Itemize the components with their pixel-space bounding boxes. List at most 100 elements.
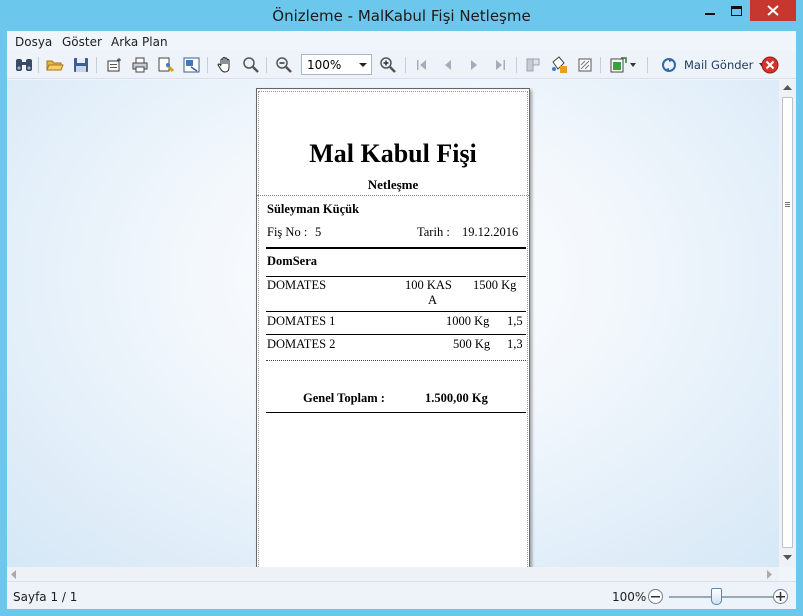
hand-tool-button[interactable] xyxy=(214,54,236,76)
quick-print-button[interactable] xyxy=(155,54,177,76)
close-window-button[interactable] xyxy=(750,0,796,21)
tarih-label: Tarih : xyxy=(417,225,450,239)
zoom-in-icon xyxy=(380,57,396,73)
menu-arka-plan[interactable]: Arka Plan xyxy=(111,35,168,49)
scroll-left-icon[interactable] xyxy=(11,570,17,579)
export-icon xyxy=(610,57,627,73)
last-page-button[interactable] xyxy=(489,54,511,76)
report-page: Mal Kabul Fişi Netleşme Süleyman Küçük F… xyxy=(256,88,530,567)
grip-line xyxy=(785,204,790,205)
toolbar-separator xyxy=(207,57,208,73)
save-button[interactable] xyxy=(70,54,92,76)
open-button[interactable] xyxy=(44,54,66,76)
grip-line xyxy=(785,206,790,207)
row-name: DOMATES 1 xyxy=(267,314,336,328)
row-weight: 500 Kg xyxy=(453,337,491,351)
row-extra: 1,3 xyxy=(507,337,523,351)
window-title: Önizleme - MalKabul Fişi Netleşme xyxy=(272,7,531,25)
zoom-out-button[interactable] xyxy=(273,54,295,76)
page-setup-button[interactable] xyxy=(103,54,125,76)
divider xyxy=(266,360,526,361)
hand-icon xyxy=(217,56,230,73)
page-indicator: Sayfa 1 / 1 xyxy=(13,590,78,604)
print-button[interactable] xyxy=(129,54,151,76)
toolbar-separator xyxy=(405,57,406,73)
row-qty: 100 KAS xyxy=(405,278,452,292)
next-page-button[interactable] xyxy=(463,54,485,76)
grip-line xyxy=(785,202,790,203)
first-page-button[interactable] xyxy=(411,54,433,76)
status-bar: Sayfa 1 / 1 100% xyxy=(7,581,796,609)
magnifier-button[interactable] xyxy=(240,54,262,76)
report-title: Mal Kabul Fişi xyxy=(309,139,477,168)
prev-page-button[interactable] xyxy=(437,54,459,76)
zoom-in-round-button[interactable] xyxy=(773,589,788,604)
minimize-icon xyxy=(705,12,715,15)
prev-page-icon xyxy=(445,60,451,70)
first-page-icon xyxy=(417,60,426,70)
scroll-down-icon[interactable] xyxy=(783,555,792,561)
menu-bar: Dosya Göster Arka Plan xyxy=(7,31,796,51)
divider xyxy=(266,247,526,249)
page-setup-icon xyxy=(107,58,121,72)
zoom-out-round-button[interactable] xyxy=(648,589,663,604)
print-icon xyxy=(132,57,148,73)
client-area: Dosya Göster Arka Plan 100% Mail Gönder … xyxy=(7,31,796,609)
horizontal-scrollbar[interactable] xyxy=(7,567,779,581)
watermark-button[interactable] xyxy=(574,54,596,76)
menu-dosya[interactable]: Dosya xyxy=(15,35,52,49)
customer-name: Süleyman Küçük xyxy=(267,202,360,216)
close-preview-button[interactable] xyxy=(759,54,781,76)
row-qty-wrap: A xyxy=(428,293,438,307)
fis-no-value: 5 xyxy=(315,225,322,239)
maximize-icon xyxy=(730,5,742,16)
mail-send-label: Mail Gönder xyxy=(684,58,754,72)
tarih-value: 19.12.2016 xyxy=(462,225,519,239)
row-name: DOMATES xyxy=(267,278,327,292)
toolbar-separator xyxy=(647,57,648,73)
multipage-button[interactable] xyxy=(522,54,544,76)
mail-send-button[interactable]: Mail Gönder xyxy=(660,55,766,75)
vertical-scrollbar[interactable] xyxy=(779,80,796,567)
title-bar[interactable]: Önizleme - MalKabul Fişi Netleşme xyxy=(0,0,803,31)
row-weight: 1000 Kg xyxy=(446,314,490,328)
zoom-slider-thumb[interactable] xyxy=(711,588,722,605)
find-button[interactable] xyxy=(13,54,35,76)
watermark-icon xyxy=(578,58,592,72)
total-value: 1.500,00 Kg xyxy=(425,391,488,405)
chevron-down-icon xyxy=(630,63,636,67)
row-extra: 1,5 xyxy=(507,314,523,328)
find-icon xyxy=(16,59,32,71)
toolbar-separator xyxy=(516,57,517,73)
export-button[interactable] xyxy=(607,54,629,76)
divider xyxy=(266,412,526,413)
divider xyxy=(266,334,526,335)
mail-icon xyxy=(662,58,676,72)
minus-icon xyxy=(651,596,660,598)
row-name: DOMATES 2 xyxy=(267,337,336,351)
toolbar-separator xyxy=(600,57,601,73)
toolbar-separator xyxy=(96,57,97,73)
export-dropdown[interactable] xyxy=(627,54,639,76)
next-page-icon xyxy=(471,60,477,70)
vertical-scroll-thumb[interactable] xyxy=(782,97,793,548)
maximize-button[interactable] xyxy=(723,0,749,21)
minimize-button[interactable] xyxy=(697,0,723,21)
scroll-right-icon[interactable] xyxy=(767,570,773,579)
zoom-in-button[interactable] xyxy=(377,54,399,76)
preview-area[interactable]: Mal Kabul Fişi Netleşme Süleyman Küçük F… xyxy=(7,80,796,567)
total-label: Genel Toplam : xyxy=(303,391,385,405)
divider xyxy=(266,276,526,277)
menu-goster[interactable]: Göster xyxy=(62,35,102,49)
background-color-button[interactable] xyxy=(548,54,570,76)
scale-button[interactable] xyxy=(181,54,203,76)
divider xyxy=(266,311,526,312)
open-icon xyxy=(46,60,64,71)
preview-window: Önizleme - MalKabul Fişi Netleşme Dosya … xyxy=(0,0,803,616)
magnifier-icon xyxy=(243,57,259,73)
zoom-combo[interactable]: 100% xyxy=(301,54,372,75)
report-subtitle: Netleşme xyxy=(367,177,419,192)
scroll-up-icon[interactable] xyxy=(783,85,792,91)
divider xyxy=(257,195,529,196)
multipage-icon xyxy=(526,58,540,72)
